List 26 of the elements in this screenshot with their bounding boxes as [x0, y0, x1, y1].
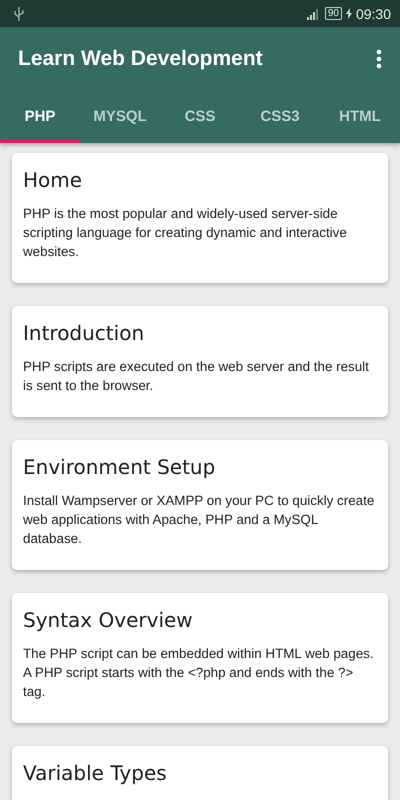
- topic-card[interactable]: Environment Setup Install Wampserver or XAMPP on your PC to quickly create web applications with Apache, PHP and a MySQL database.: [12, 440, 388, 570]
- tab[interactable]: HTML: [320, 90, 400, 143]
- topic-card[interactable]: Variable Types: [12, 746, 388, 800]
- battery-level: 90: [324, 7, 342, 20]
- tab[interactable]: CSS: [160, 90, 240, 143]
- charging-icon: [346, 8, 352, 19]
- more-options-icon[interactable]: [376, 48, 382, 68]
- card-description: The PHP script can be embedded within HTML web pages. A PHP script starts with the <?php and ends with the ?> tag.: [23, 645, 375, 701]
- card-description: Install Wampserver or XAMPP on your PC to quickly create web applications with Apache, PHP and a MySQL database.: [23, 492, 376, 548]
- card-title: Home: [23, 168, 84, 192]
- card-title: Introduction: [23, 321, 146, 345]
- tab[interactable]: CSS3: [240, 90, 320, 143]
- topic-card[interactable]: Syntax Overview The PHP script can be embedded within HTML web pages. A PHP script starts with the <?php and ends with the ?> tag.: [12, 593, 388, 723]
- card-title: Variable Types: [23, 761, 168, 785]
- card-title: Syntax Overview: [23, 608, 194, 632]
- usb-icon: [14, 6, 24, 20]
- tab[interactable]: MYSQL: [80, 90, 160, 143]
- card-description: PHP scripts are executed on the web server and the result is sent to the browser.: [23, 358, 370, 395]
- topic-card[interactable]: Introduction PHP scripts are executed on the web server and the result is sent to the browser.: [12, 306, 388, 417]
- topic-card[interactable]: Home PHP is the most popular and widely-used server-side scripting language for creating dynamic and interactive websites.: [12, 153, 388, 283]
- app-title: Learn Web Development: [18, 46, 264, 70]
- card-description: PHP is the most popular and widely-used server-side scripting language for creating dynamic and interactive websites.: [23, 205, 348, 261]
- tab[interactable]: PHP: [0, 90, 80, 143]
- status-time: 09:30: [356, 6, 391, 22]
- signal-icon: [306, 8, 321, 20]
- card-title: Environment Setup: [23, 455, 216, 479]
